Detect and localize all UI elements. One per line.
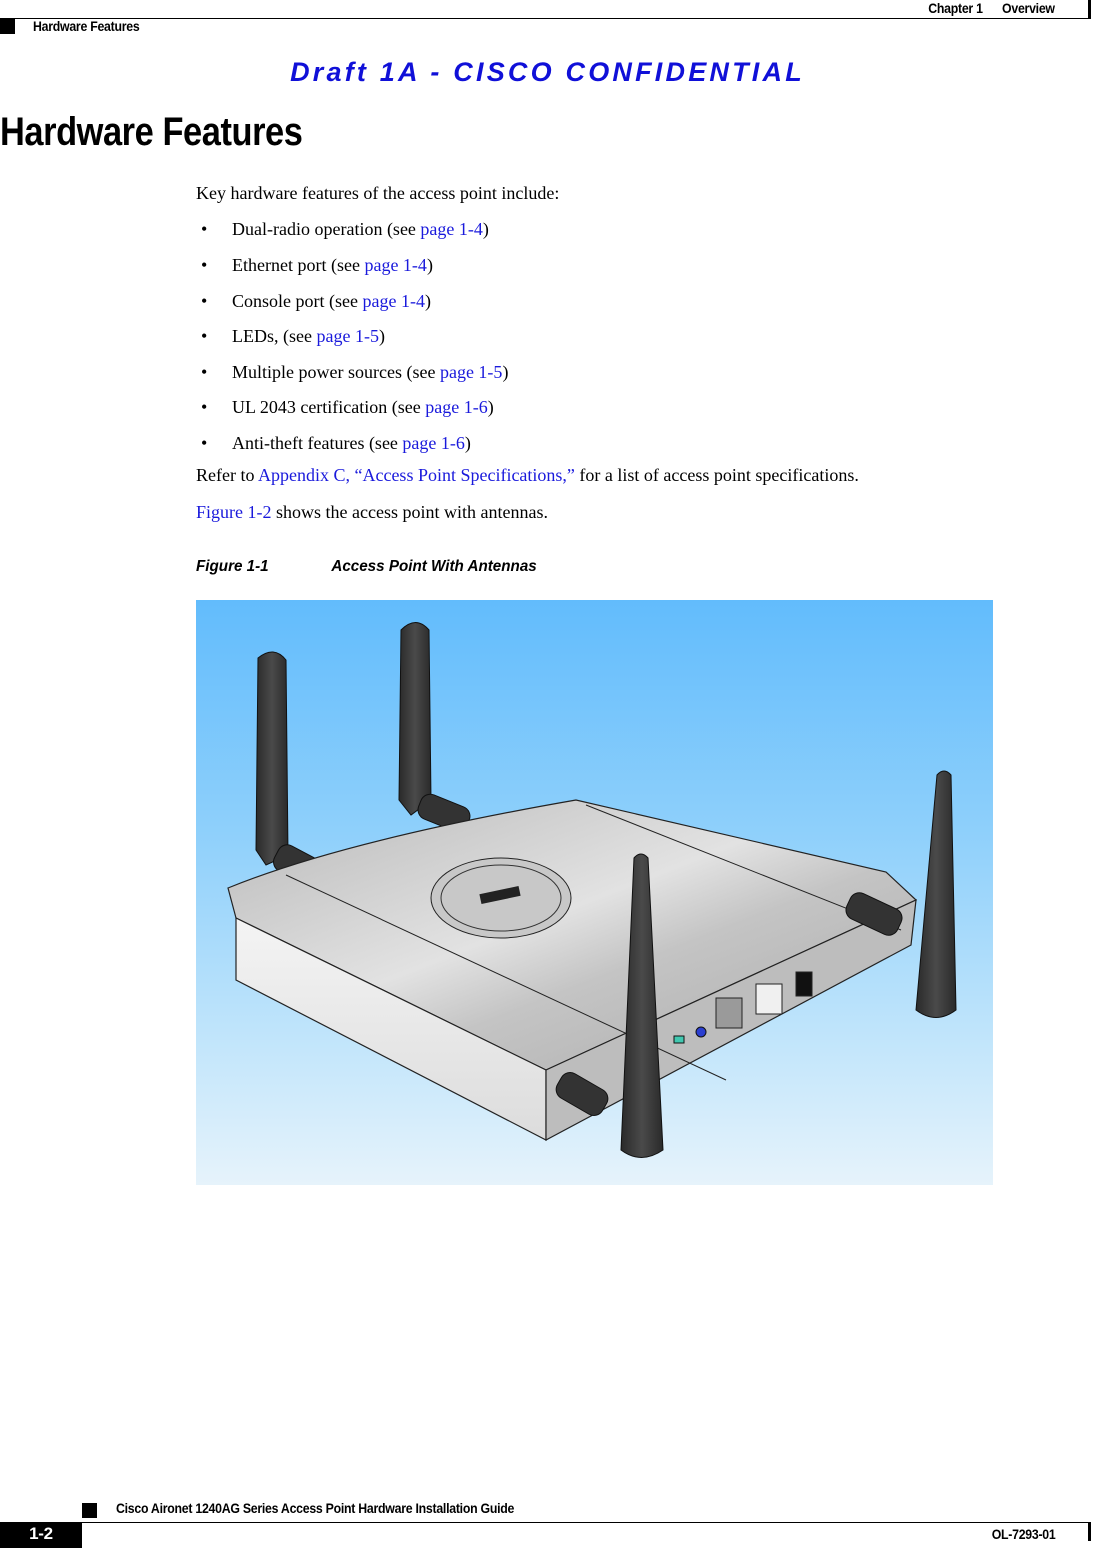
feature-text: UL 2043 certification (see bbox=[232, 397, 426, 417]
refer-text-after: for a list of access point specification… bbox=[574, 465, 859, 485]
page-link[interactable]: page 1-6 bbox=[425, 397, 487, 417]
feature-text: Dual-radio operation (see bbox=[232, 219, 421, 239]
feature-text: Console port (see bbox=[232, 291, 363, 311]
bullet-icon: • bbox=[201, 326, 208, 346]
feature-text: Anti-theft features (see bbox=[232, 433, 403, 453]
draft-watermark: Draft 1A - CISCO CONFIDENTIAL bbox=[290, 57, 805, 87]
footer-rule bbox=[82, 1522, 1091, 1523]
bullet-icon: • bbox=[201, 255, 208, 275]
footer-guide-title: Cisco Aironet 1240AG Series Access Point… bbox=[116, 1500, 515, 1516]
bullet-icon: • bbox=[201, 433, 208, 453]
ethernet-port bbox=[755, 983, 783, 1015]
header-block-marker bbox=[0, 19, 15, 34]
feature-text: Ethernet port (see bbox=[232, 255, 365, 275]
refer-paragraph: Refer to Appendix C, “Access Point Speci… bbox=[196, 465, 859, 485]
page-link[interactable]: page 1-4 bbox=[364, 255, 426, 275]
bullet-icon: • bbox=[201, 362, 208, 382]
intro-text: Key hardware features of the access poin… bbox=[196, 183, 560, 203]
bullet-icon: • bbox=[201, 291, 208, 311]
figure-title: Access Point With Antennas bbox=[331, 558, 537, 575]
feature-text-after: ) bbox=[487, 397, 494, 417]
page-link[interactable]: page 1-4 bbox=[420, 219, 482, 239]
access-point-illustration bbox=[227, 622, 957, 1158]
appendix-c-link[interactable]: Appendix C, “Access Point Specifications… bbox=[258, 465, 575, 485]
access-point-figure bbox=[196, 600, 993, 1185]
page-link[interactable]: page 1-5 bbox=[316, 326, 378, 346]
status-led bbox=[673, 1035, 685, 1044]
figure-ref-text: shows the access point with antennas. bbox=[271, 502, 548, 522]
feature-text-after: ) bbox=[502, 362, 509, 382]
doc-number: OL-7293-01 bbox=[991, 1526, 1055, 1542]
feature-list-item: • Ethernet port (see page 1-4) bbox=[201, 255, 433, 275]
chapter-number: Chapter 1 bbox=[928, 0, 984, 16]
chapter-title: Overview bbox=[1002, 0, 1055, 16]
antenna-back-center bbox=[398, 622, 471, 833]
feature-text-after: ) bbox=[482, 219, 489, 239]
figure-ref-paragraph: Figure 1-2 shows the access point with a… bbox=[196, 502, 548, 522]
page-link[interactable]: page 1-5 bbox=[440, 362, 502, 382]
console-port bbox=[715, 997, 743, 1029]
feature-text: Multiple power sources (see bbox=[232, 362, 440, 382]
page-link[interactable]: page 1-4 bbox=[362, 291, 424, 311]
page-title: Hardware Features bbox=[0, 110, 303, 154]
feature-list-item: • UL 2043 certification (see page 1-6) bbox=[201, 397, 494, 417]
bullet-icon: • bbox=[201, 397, 208, 417]
feature-text-after: ) bbox=[426, 255, 433, 275]
feature-list-item: • Multiple power sources (see page 1-5) bbox=[201, 362, 508, 382]
bullet-icon: • bbox=[201, 219, 208, 239]
header-vertical-bar bbox=[1088, 0, 1091, 19]
figure-1-2-link[interactable]: Figure 1-2 bbox=[196, 502, 272, 522]
feature-list-item: • Anti-theft features (see page 1-6) bbox=[201, 433, 471, 453]
dc-power-jack bbox=[795, 971, 813, 997]
header-rule bbox=[0, 18, 1091, 19]
feature-list-item: • LEDs, (see page 1-5) bbox=[201, 326, 385, 346]
footer-vertical-bar bbox=[1088, 1522, 1091, 1541]
page-number: 1-2 bbox=[29, 1524, 53, 1543]
feature-list-item: • Dual-radio operation (see page 1-4) bbox=[201, 219, 489, 239]
antenna-back-left bbox=[255, 651, 325, 887]
feature-text-after: ) bbox=[424, 291, 431, 311]
feature-text: LEDs, (see bbox=[232, 326, 317, 346]
feature-text-after: ) bbox=[378, 326, 385, 346]
footer-block-marker bbox=[82, 1503, 97, 1518]
feature-text-after: ) bbox=[464, 433, 471, 453]
header-section: Hardware Features bbox=[33, 18, 140, 34]
refer-text: Refer to bbox=[196, 465, 258, 485]
figure-caption: Figure 1-1 Access Point With Antennas bbox=[196, 558, 537, 576]
mode-button bbox=[695, 1026, 707, 1038]
header-chapter: Chapter 1 Overview bbox=[929, 0, 1056, 16]
feature-list-item: • Console port (see page 1-4) bbox=[201, 291, 431, 311]
figure-number: Figure 1-1 bbox=[196, 558, 269, 575]
page-link[interactable]: page 1-6 bbox=[402, 433, 464, 453]
